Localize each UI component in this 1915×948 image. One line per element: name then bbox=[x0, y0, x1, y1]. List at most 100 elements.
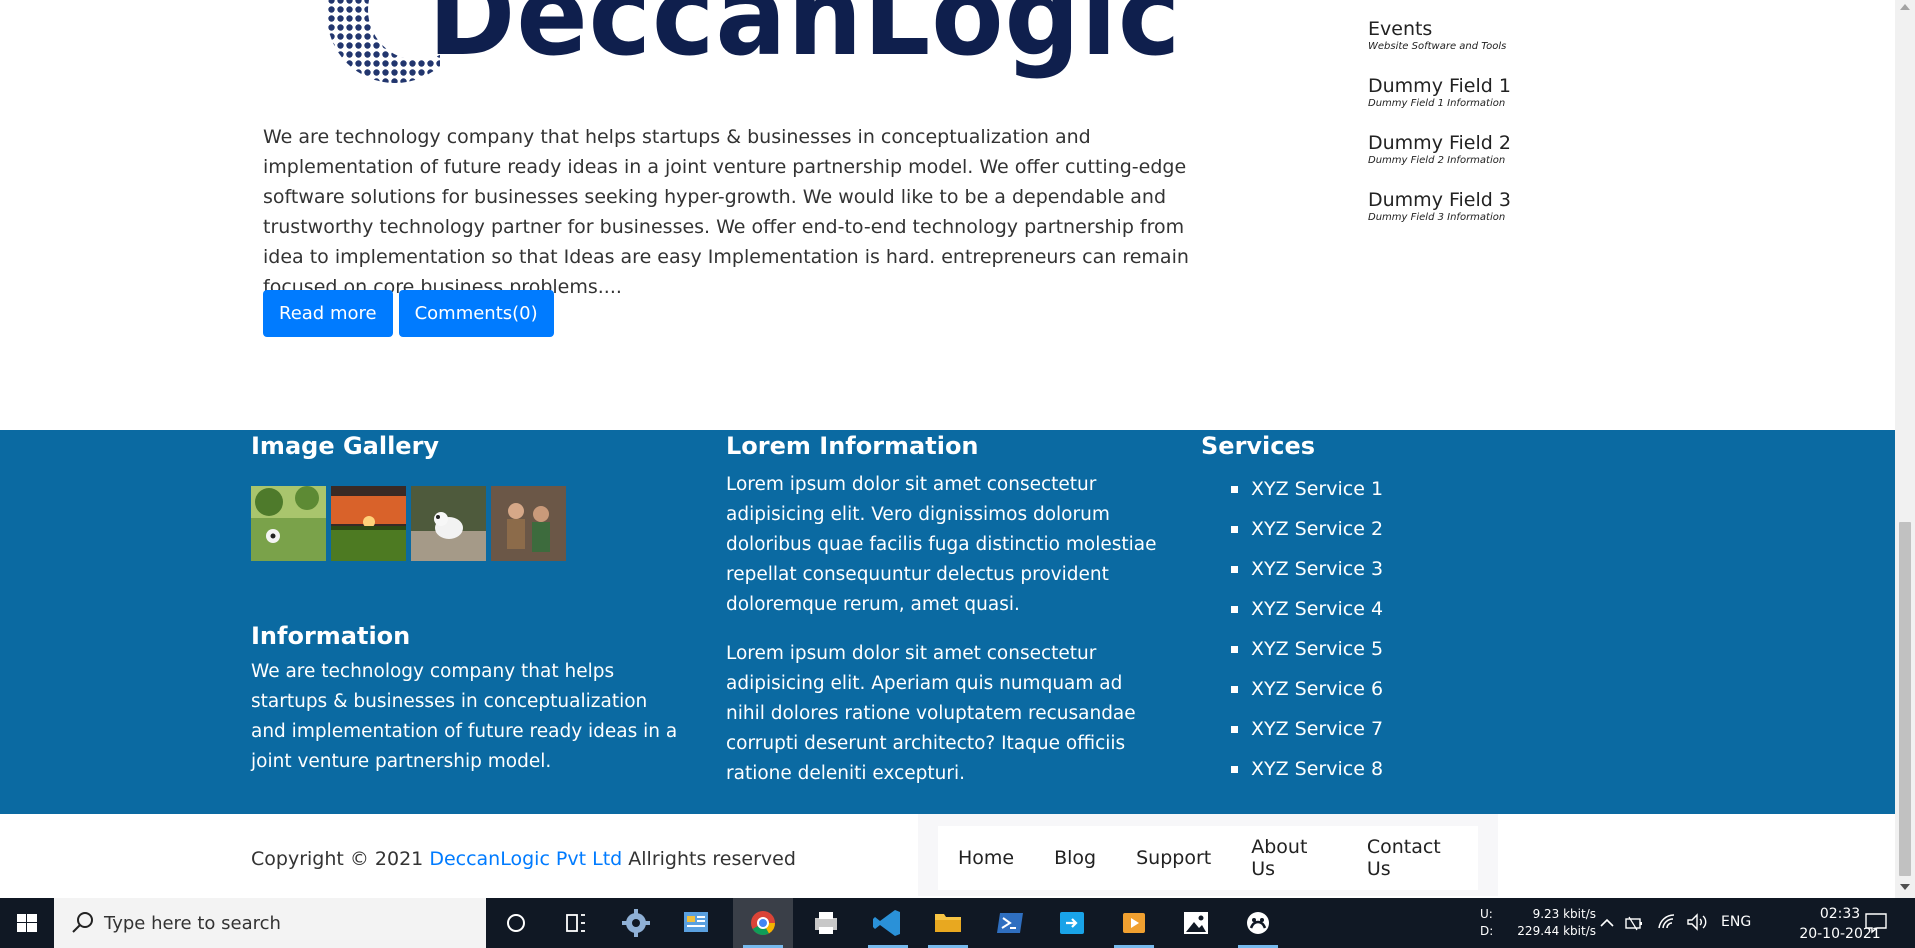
read-more-button[interactable]: Read more bbox=[263, 290, 393, 337]
sidebar-item[interactable]: Dummy Field 1 Dummy Field 1 Information bbox=[1368, 75, 1668, 111]
powershell-icon bbox=[997, 913, 1023, 933]
sidebar-item-title: Dummy Field 3 bbox=[1368, 189, 1511, 211]
service-link[interactable]: XYZ Service 8 bbox=[1231, 749, 1601, 789]
sidebar-item-subtitle: Website Software and Tools bbox=[1368, 41, 1507, 52]
taskbar-search-box[interactable]: Type here to search bbox=[54, 898, 486, 948]
taskbar-file-explorer[interactable] bbox=[918, 898, 978, 948]
service-link[interactable]: XYZ Service 2 bbox=[1231, 509, 1601, 549]
start-button[interactable] bbox=[0, 898, 54, 948]
sidebar-item[interactable]: Dummy Field 3 Dummy Field 3 Information bbox=[1368, 189, 1668, 225]
search-placeholder: Type here to search bbox=[104, 913, 281, 934]
power-battery-icon[interactable] bbox=[1624, 913, 1646, 933]
sidebar-item-title: Dummy Field 1 bbox=[1368, 75, 1511, 97]
gallery-thumb-football[interactable] bbox=[251, 486, 326, 561]
nav-support[interactable]: Support bbox=[1136, 847, 1211, 869]
download-label: D: bbox=[1480, 924, 1494, 938]
lorem-paragraph-2: Lorem ipsum dolor sit amet consectetur a… bbox=[726, 643, 1136, 784]
taskbar-xbox[interactable] bbox=[1228, 898, 1288, 948]
chevron-up-icon[interactable] bbox=[1598, 914, 1616, 932]
gallery-thumb-sunset[interactable] bbox=[331, 486, 406, 561]
xbox-icon bbox=[1247, 912, 1269, 934]
file-explorer-icon bbox=[935, 914, 961, 932]
taskbar-powershell[interactable] bbox=[980, 898, 1040, 948]
cortana-button[interactable] bbox=[486, 898, 546, 948]
upload-label: U: bbox=[1480, 907, 1493, 921]
taskbar-vscode[interactable] bbox=[858, 898, 918, 948]
sidebar-item-title: Dummy Field 2 bbox=[1368, 132, 1511, 154]
comments-button[interactable]: Comments(0) bbox=[398, 290, 554, 337]
scroll-down-arrow-icon[interactable] bbox=[1900, 884, 1910, 890]
taskbar-chrome[interactable] bbox=[733, 898, 793, 948]
lorem-heading: Lorem Information bbox=[726, 432, 979, 460]
service-link[interactable]: XYZ Service 1 bbox=[1231, 469, 1601, 509]
site-footer: Image Gallery Information We are technol… bbox=[0, 430, 1895, 814]
image-gallery bbox=[251, 486, 681, 561]
nav-blog[interactable]: Blog bbox=[1054, 847, 1096, 869]
footer-nav: Home Blog Support About Us Contact Us bbox=[938, 826, 1478, 890]
taskbar-printer[interactable] bbox=[796, 898, 856, 948]
article-actions: Read more Comments(0) bbox=[263, 290, 554, 337]
gallery-thumb-family[interactable] bbox=[491, 486, 566, 561]
upload-speed: 9.23 kbit/s bbox=[1532, 907, 1596, 921]
company-link[interactable]: DeccanLogic Pvt Ltd bbox=[429, 848, 622, 870]
language-indicator[interactable]: ENG bbox=[1721, 914, 1751, 930]
printer-icon bbox=[815, 912, 837, 934]
taskbar-media-player[interactable] bbox=[1104, 898, 1164, 948]
gallery-thumb-dog[interactable] bbox=[411, 486, 486, 561]
nav-contact-us[interactable]: Contact Us bbox=[1367, 836, 1458, 880]
main-content: DeccanLogic We are technology company th… bbox=[0, 0, 1895, 430]
service-link[interactable]: XYZ Service 4 bbox=[1231, 589, 1601, 629]
footer-col-services: Services XYZ Service 1 XYZ Service 2 XYZ… bbox=[1201, 430, 1601, 789]
copyright-text: Copyright © 2021 DeccanLogic Pvt Ltd All… bbox=[251, 848, 796, 870]
volume-icon[interactable] bbox=[1685, 912, 1709, 932]
settings-icon bbox=[622, 909, 650, 937]
photos-icon bbox=[1184, 912, 1208, 934]
sidebar-item-subtitle: Dummy Field 2 Information bbox=[1368, 155, 1506, 166]
taskbar-photos[interactable] bbox=[1166, 898, 1226, 948]
taskbar-remote-desktop[interactable] bbox=[1042, 898, 1102, 948]
taskbar-control-panel[interactable] bbox=[666, 898, 726, 948]
copyright-bar: Copyright © 2021 DeccanLogic Pvt Ltd All… bbox=[0, 814, 1895, 898]
sidebar-item[interactable]: Dummy Field 2 Dummy Field 2 Information bbox=[1368, 132, 1668, 168]
nav-about-us[interactable]: About Us bbox=[1251, 836, 1327, 880]
sidebar-item-subtitle: Dummy Field 1 Information bbox=[1368, 98, 1506, 109]
wifi-icon[interactable] bbox=[1656, 912, 1678, 932]
page-scrollbar[interactable] bbox=[1895, 0, 1915, 898]
services-list: XYZ Service 1 XYZ Service 2 XYZ Service … bbox=[1201, 469, 1601, 789]
nav-home[interactable]: Home bbox=[958, 847, 1014, 869]
footer-col-lorem: Lorem Information Lorem ipsum dolor sit … bbox=[726, 430, 1166, 789]
sidebar-item[interactable]: Events Website Software and Tools bbox=[1368, 18, 1668, 54]
cortana-icon bbox=[507, 914, 525, 932]
service-link[interactable]: XYZ Service 3 bbox=[1231, 549, 1601, 589]
search-icon bbox=[72, 912, 93, 933]
copyright-prefix: Copyright © 2021 bbox=[251, 848, 424, 870]
service-link[interactable]: XYZ Service 7 bbox=[1231, 709, 1601, 749]
net-values: 9.23 kbit/s 229.44 kbit/s bbox=[1506, 906, 1596, 940]
services-heading: Services bbox=[1201, 432, 1316, 460]
chrome-icon bbox=[751, 911, 775, 936]
service-link[interactable]: XYZ Service 5 bbox=[1231, 629, 1601, 669]
lorem-paragraph-1: Lorem ipsum dolor sit amet consectetur a… bbox=[726, 474, 1157, 615]
sidebar-events: Events Website Software and Tools Dummy … bbox=[1368, 18, 1668, 246]
service-link[interactable]: XYZ Service 6 bbox=[1231, 669, 1601, 709]
logo-wordmark: DeccanLogic bbox=[428, 0, 1182, 81]
windows-taskbar: Type here to search U: D: 9.23 kbit/s 22… bbox=[0, 898, 1915, 948]
notification-center-icon[interactable] bbox=[1863, 911, 1889, 935]
task-view-icon bbox=[566, 914, 585, 932]
sidebar-item-title: Events bbox=[1368, 18, 1433, 40]
footer-col-gallery: Image Gallery Information We are technol… bbox=[251, 430, 681, 777]
scroll-up-arrow-icon[interactable] bbox=[1900, 4, 1910, 10]
taskbar-settings[interactable] bbox=[606, 898, 666, 948]
gallery-heading: Image Gallery bbox=[251, 432, 440, 460]
download-speed: 229.44 kbit/s bbox=[1517, 924, 1596, 938]
task-view-button[interactable] bbox=[546, 898, 606, 948]
copyright-suffix: Allrights reserved bbox=[628, 848, 796, 870]
article-excerpt: We are technology company that helps sta… bbox=[263, 126, 1189, 298]
vscode-icon bbox=[873, 910, 900, 936]
sidebar-item-subtitle: Dummy Field 3 Information bbox=[1368, 212, 1506, 223]
net-labels: U: D: bbox=[1480, 906, 1500, 940]
media-player-icon bbox=[1123, 913, 1145, 933]
scrollbar-thumb[interactable] bbox=[1899, 522, 1911, 876]
site-logo: DeccanLogic bbox=[300, 0, 1250, 100]
globe-logo-icon bbox=[327, 0, 440, 83]
